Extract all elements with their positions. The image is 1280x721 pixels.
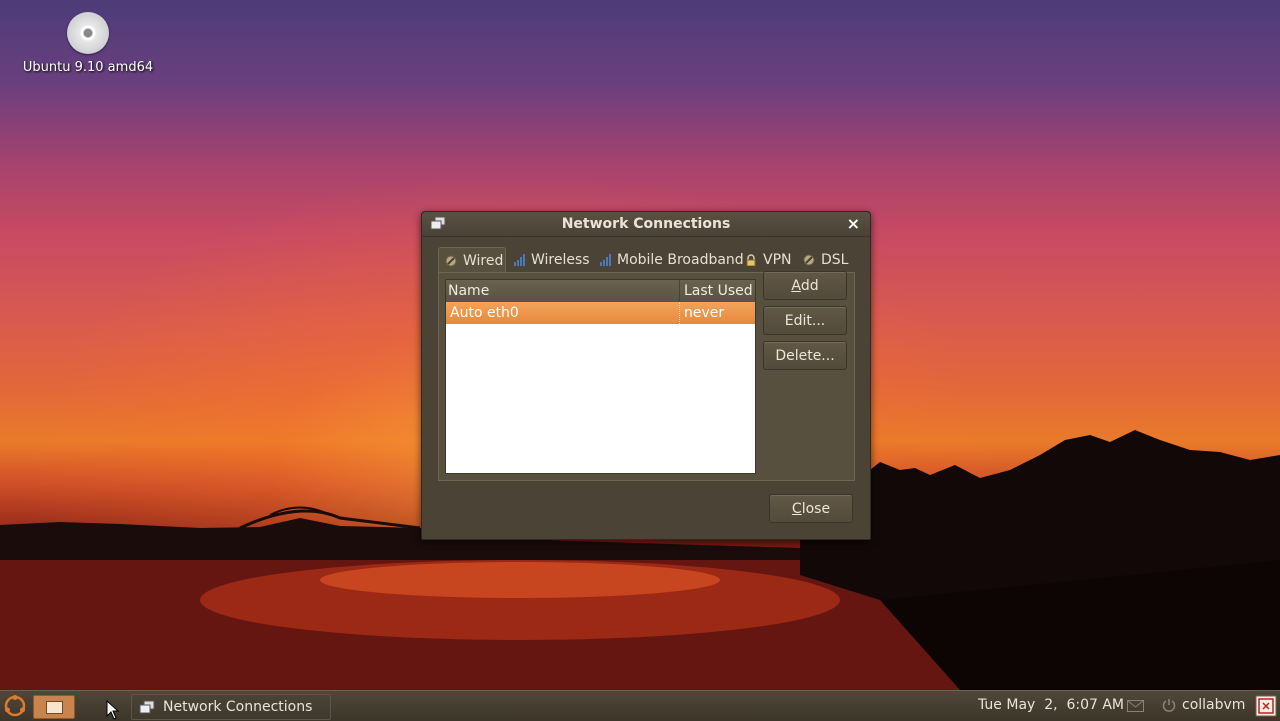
clock[interactable]: Tue May 2, 6:07 AM bbox=[978, 697, 1124, 713]
close-window-button[interactable]: × bbox=[847, 214, 860, 233]
list-header: Name Last Used bbox=[446, 280, 755, 302]
tab-wired[interactable]: Wired bbox=[438, 247, 506, 273]
column-header-last-used[interactable]: Last Used bbox=[680, 280, 755, 302]
network-icon bbox=[139, 700, 155, 714]
cell-last-used: never bbox=[684, 305, 725, 321]
mail-icon[interactable] bbox=[1127, 700, 1144, 712]
window-title: Network Connections bbox=[561, 216, 731, 232]
delete-button[interactable]: Delete... bbox=[763, 341, 847, 370]
taskbar-window-label: Network Connections bbox=[163, 699, 313, 715]
mouse-pointer-icon bbox=[106, 700, 120, 720]
tab-label: Wired bbox=[463, 252, 504, 269]
table-row[interactable]: Auto eth0 never bbox=[446, 302, 755, 324]
tab-label: Wireless bbox=[531, 252, 590, 268]
desktop-icon bbox=[46, 701, 63, 714]
titlebar[interactable]: Network Connections × bbox=[422, 212, 870, 237]
connections-list[interactable]: Name Last Used Auto eth0 never bbox=[445, 279, 756, 474]
username: collabvm bbox=[1182, 697, 1246, 713]
cd-disc-icon bbox=[67, 12, 109, 54]
edit-button[interactable]: Edit... bbox=[763, 306, 847, 335]
tab-dsl[interactable]: DSL bbox=[801, 249, 848, 271]
column-header-name[interactable]: Name bbox=[446, 280, 680, 302]
add-label: dd bbox=[800, 277, 819, 294]
show-desktop-button[interactable] bbox=[33, 695, 75, 719]
wireless-signal-icon bbox=[514, 254, 525, 266]
tab-wireless[interactable]: Wireless bbox=[511, 249, 590, 271]
cell-name: Auto eth0 bbox=[446, 302, 680, 324]
tab-label: DSL bbox=[821, 252, 849, 268]
wired-tab-panel: Name Last Used Auto eth0 never Add Edit.… bbox=[438, 271, 855, 481]
bottom-panel: Network Connections Tue May 2, 6:07 AM c… bbox=[0, 690, 1280, 721]
user-switcher[interactable]: collabvm bbox=[1162, 697, 1245, 713]
lock-icon bbox=[746, 254, 756, 266]
trash-icon[interactable] bbox=[1255, 695, 1277, 717]
network-connections-dialog: Network Connections × Wired Wireless Mob… bbox=[421, 211, 871, 540]
close-label: lose bbox=[801, 500, 831, 517]
tab-mobile-broadband[interactable]: Mobile Broadband bbox=[597, 249, 744, 271]
desktop-cd-item[interactable]: Ubuntu 9.10 amd64 bbox=[20, 10, 156, 75]
delete-label: Delete... bbox=[775, 347, 835, 364]
desktop-icon-label: Ubuntu 9.10 amd64 bbox=[22, 60, 154, 75]
tab-label: Mobile Broadband bbox=[617, 252, 744, 268]
close-button[interactable]: Close bbox=[769, 494, 853, 523]
ubuntu-menu-icon[interactable] bbox=[4, 695, 26, 717]
taskbar-window-network-connections[interactable]: Network Connections bbox=[131, 694, 331, 720]
wired-icon bbox=[445, 255, 457, 266]
power-icon bbox=[1162, 699, 1176, 712]
tab-label: VPN bbox=[763, 252, 792, 268]
add-mnemonic: A bbox=[791, 277, 801, 294]
dsl-icon bbox=[803, 254, 815, 266]
connection-type-tabs: Wired Wireless Mobile Broadband VPN DSL bbox=[438, 247, 854, 273]
edit-label: Edit... bbox=[784, 312, 826, 329]
close-mnemonic: C bbox=[791, 500, 802, 517]
mobile-signal-icon bbox=[600, 254, 611, 266]
tab-vpn[interactable]: VPN bbox=[743, 249, 792, 271]
add-button[interactable]: Add bbox=[763, 271, 847, 300]
